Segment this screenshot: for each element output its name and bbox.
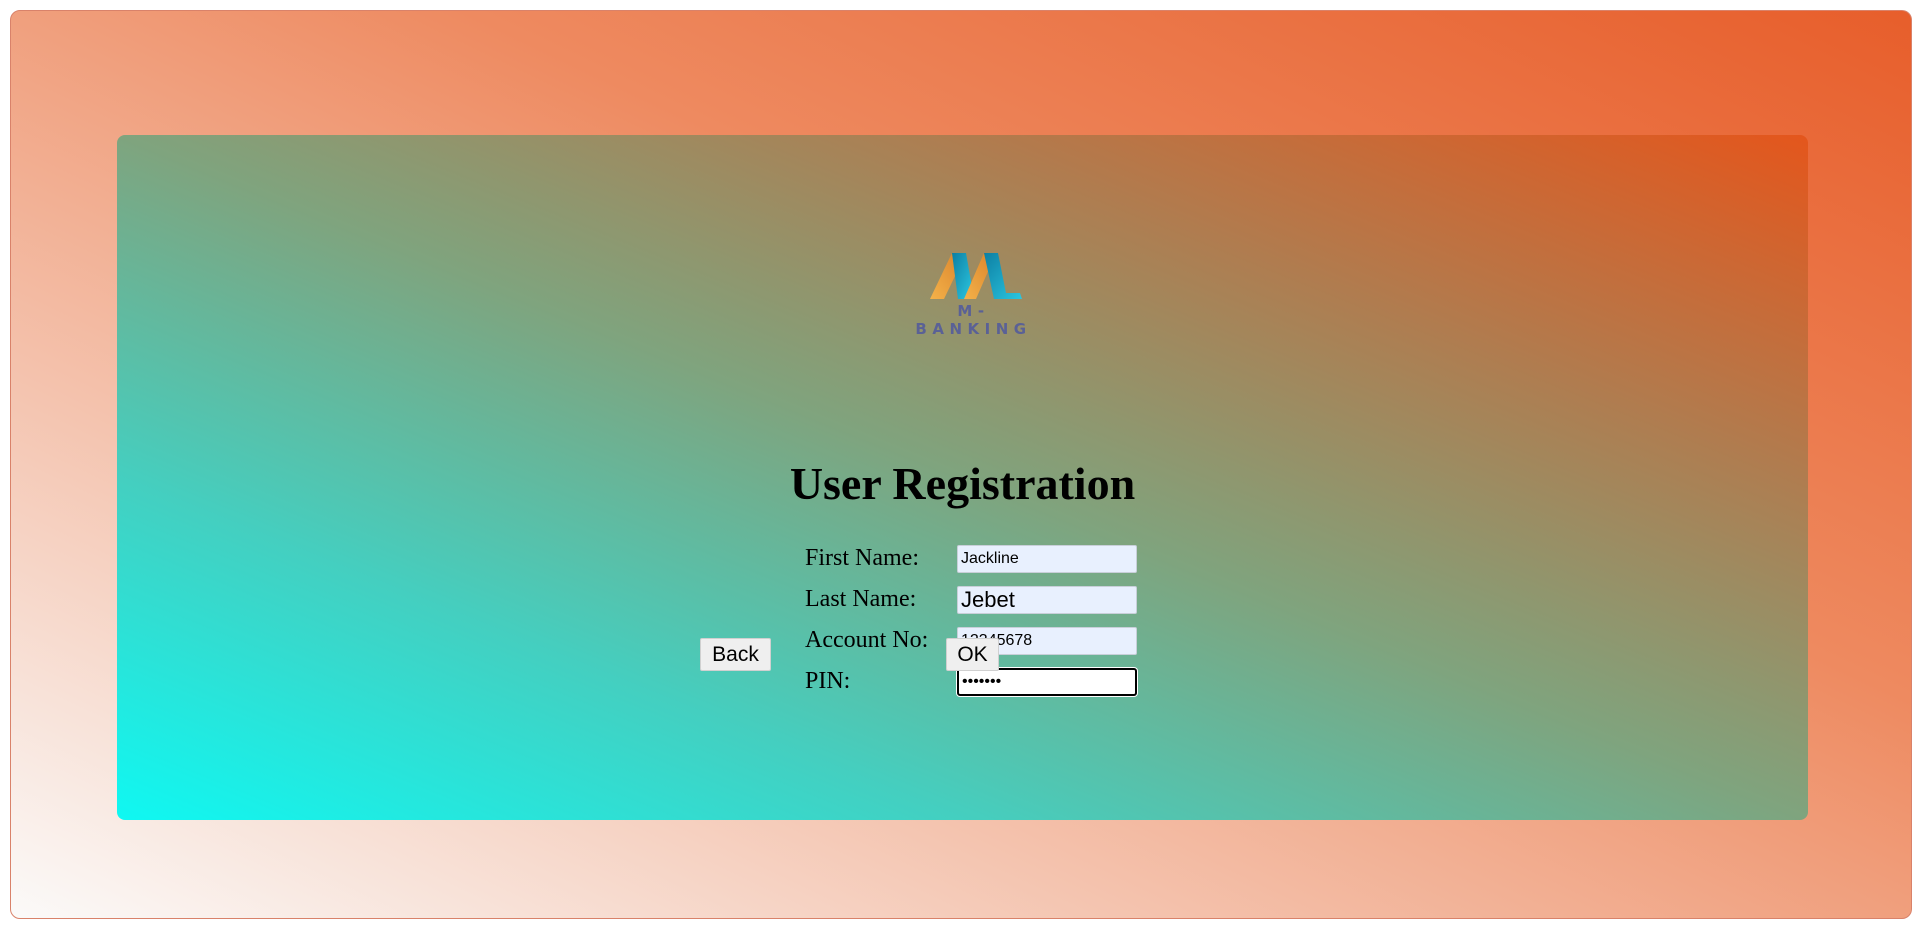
last-name-input[interactable] [957,586,1137,614]
pin-label: PIN: [805,668,851,694]
logo-text: M-BANKING [915,302,1032,338]
account-no-label: Account No: [805,627,929,653]
page-title: User Registration [789,458,1136,509]
first-name-input[interactable] [957,545,1137,573]
first-name-label: First Name: [805,545,919,571]
m-banking-logo-icon [930,253,1022,299]
page-background: M-BANKING User Registration First Name: … [10,10,1912,919]
pin-input[interactable] [957,668,1137,696]
ok-button[interactable]: OK [946,638,999,671]
back-button[interactable]: Back [700,638,771,671]
m-banking-logo: M-BANKING [896,247,1046,338]
last-name-label: Last Name: [805,586,917,612]
registration-card: M-BANKING User Registration First Name: … [117,135,1808,820]
